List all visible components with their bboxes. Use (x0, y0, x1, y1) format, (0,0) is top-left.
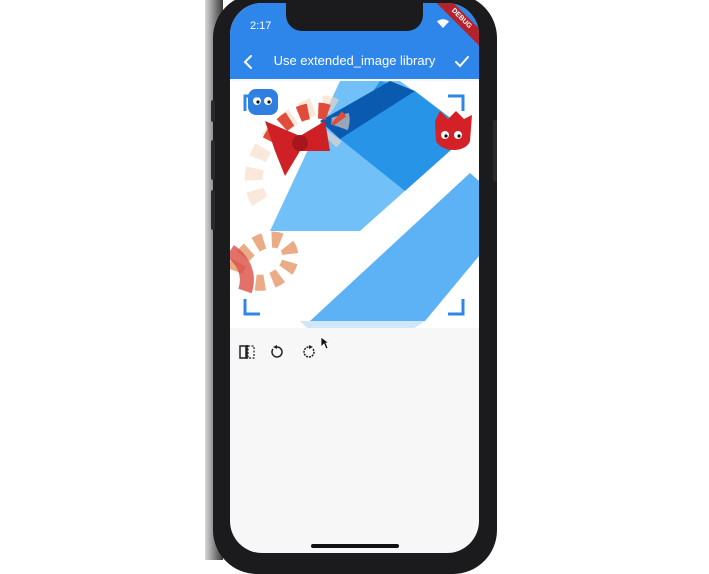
status-time: 2:17 (250, 20, 272, 32)
page-title: Use extended_image library (273, 53, 436, 68)
volume-up-button (211, 140, 215, 180)
mute-switch (211, 100, 215, 122)
mouse-cursor-icon (320, 336, 330, 350)
phone-screen: 2:17 DEBUG Use extended_image library (230, 3, 479, 553)
home-indicator (311, 544, 399, 548)
app-bar: 2:17 DEBUG Use extended_image library (230, 3, 479, 79)
status-bar: 2:17 (230, 3, 479, 47)
rotate-left-icon (271, 345, 283, 358)
confirm-button[interactable] (451, 51, 473, 73)
rotate-left-button[interactable] (268, 343, 286, 361)
rotate-right-button[interactable] (300, 343, 318, 361)
wifi-icon (437, 19, 449, 30)
check-icon (455, 56, 469, 68)
power-button (493, 120, 497, 182)
flip-icon (239, 345, 255, 359)
notch (286, 3, 423, 31)
flip-button[interactable] (238, 343, 256, 361)
crop-image (230, 81, 479, 328)
volume-down-button (211, 190, 215, 230)
rotate-right-icon (303, 345, 315, 358)
image-crop-editor[interactable] (230, 81, 479, 328)
